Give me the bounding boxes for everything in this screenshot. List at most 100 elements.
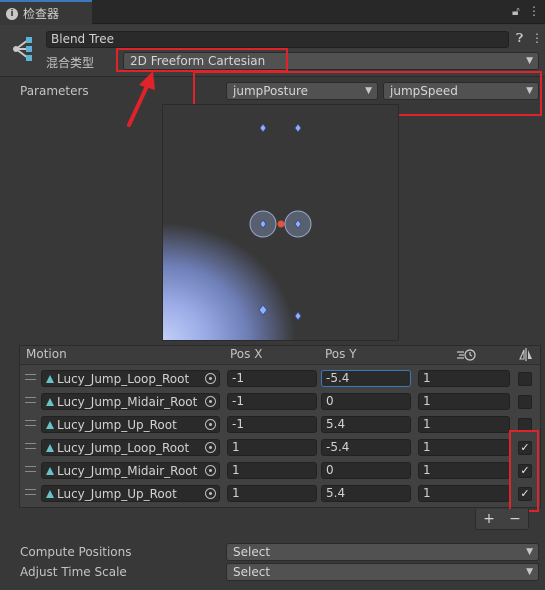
param-y-dropdown[interactable]: jumpSpeed ▼ bbox=[383, 82, 539, 100]
motion-point[interactable] bbox=[259, 123, 267, 133]
drag-handle-icon[interactable] bbox=[25, 374, 36, 380]
time-scale-field[interactable]: 1 bbox=[418, 439, 510, 456]
annotation-arrow bbox=[127, 71, 155, 127]
drag-handle-icon[interactable] bbox=[25, 397, 36, 403]
blend-tree-icon bbox=[13, 37, 32, 61]
motion-name: Lucy_Jump_Up_Root bbox=[57, 486, 177, 501]
pos-y-field[interactable]: 0 bbox=[321, 393, 411, 410]
mirror-checkbox[interactable] bbox=[518, 418, 532, 432]
animation-clip-icon bbox=[46, 397, 54, 406]
drag-handle-icon[interactable] bbox=[25, 489, 36, 495]
compute-positions-value: Select bbox=[233, 545, 271, 559]
name-field[interactable]: Blend Tree bbox=[46, 31, 509, 48]
table-row: Lucy_Jump_Midair_Root -1 0 1 bbox=[20, 391, 540, 412]
adjust-time-scale-dropdown[interactable]: Select ▼ bbox=[226, 563, 539, 581]
lock-icon[interactable]: 🔓︎ bbox=[512, 4, 520, 19]
table-row: Lucy_Jump_Midair_Root 1 0 1 ✓ bbox=[20, 460, 540, 481]
object-picker-icon[interactable] bbox=[205, 442, 216, 453]
object-picker-icon[interactable] bbox=[205, 373, 216, 384]
motion-name: Lucy_Jump_Loop_Root bbox=[57, 440, 190, 455]
mirror-checkbox[interactable] bbox=[518, 395, 532, 409]
motion-point[interactable] bbox=[294, 123, 302, 133]
time-scale-icon bbox=[457, 349, 476, 361]
list-footer: + − bbox=[475, 509, 529, 530]
chevron-down-icon: ▼ bbox=[526, 56, 533, 66]
pos-y-field[interactable]: -5.4 bbox=[321, 370, 411, 387]
pos-x-field[interactable]: 1 bbox=[227, 462, 317, 479]
mirror-checkbox[interactable]: ✓ bbox=[518, 464, 532, 478]
motion-field[interactable]: Lucy_Jump_Up_Root bbox=[41, 416, 220, 433]
motion-name: Lucy_Jump_Loop_Root bbox=[57, 371, 190, 386]
blend-type-label: 混合类型 bbox=[46, 56, 95, 70]
pos-y-field[interactable]: -5.4 bbox=[321, 439, 411, 456]
param-y-value: jumpSpeed bbox=[390, 84, 458, 98]
motion-point[interactable] bbox=[258, 304, 268, 316]
adjust-time-scale-label: Adjust Time Scale bbox=[20, 565, 127, 579]
chevron-down-icon: ▼ bbox=[526, 567, 533, 577]
param-x-value: jumpPosture bbox=[233, 84, 309, 98]
drag-handle-icon[interactable] bbox=[25, 443, 36, 449]
object-picker-icon[interactable] bbox=[205, 396, 216, 407]
pos-y-field[interactable]: 5.4 bbox=[321, 485, 411, 502]
adjust-time-scale-value: Select bbox=[233, 565, 271, 579]
animation-clip-icon bbox=[46, 374, 54, 383]
mirror-icon bbox=[519, 348, 532, 361]
pos-x-field[interactable]: -1 bbox=[227, 416, 317, 433]
time-scale-field[interactable]: 1 bbox=[418, 393, 510, 410]
motion-name: Lucy_Jump_Up_Root bbox=[57, 417, 177, 432]
table-row: Lucy_Jump_Loop_Root 1 -5.4 1 ✓ bbox=[20, 437, 540, 458]
add-motion-button[interactable]: + bbox=[483, 511, 495, 527]
blend-graph-svg bbox=[249, 123, 312, 321]
current-blend-position[interactable] bbox=[277, 220, 285, 228]
mirror-checkbox[interactable]: ✓ bbox=[518, 487, 532, 501]
header-pos-x: Pos X bbox=[230, 347, 263, 361]
pos-x-field[interactable]: -1 bbox=[227, 370, 317, 387]
object-picker-icon[interactable] bbox=[205, 488, 216, 499]
pos-y-field[interactable]: 5.4 bbox=[321, 416, 411, 433]
blend-type-value: 2D Freeform Cartesian bbox=[130, 54, 266, 68]
animation-clip-icon bbox=[46, 443, 54, 452]
header-pos-y: Pos Y bbox=[325, 347, 357, 361]
motion-point[interactable] bbox=[294, 311, 302, 321]
mirror-checkbox[interactable] bbox=[518, 372, 532, 386]
drag-handle-icon[interactable] bbox=[25, 420, 36, 426]
time-scale-field[interactable]: 1 bbox=[418, 462, 510, 479]
time-scale-field[interactable]: 1 bbox=[418, 416, 510, 433]
drag-handle-icon[interactable] bbox=[25, 466, 36, 472]
help-icon[interactable]: ❓︎ bbox=[516, 31, 523, 46]
tab-title: 检查器 bbox=[23, 7, 60, 21]
time-scale-field[interactable]: 1 bbox=[418, 370, 510, 387]
remove-motion-button[interactable]: − bbox=[509, 511, 521, 527]
chevron-down-icon: ▼ bbox=[526, 86, 533, 96]
motion-field[interactable]: Lucy_Jump_Loop_Root bbox=[41, 439, 220, 456]
motion-field[interactable]: Lucy_Jump_Midair_Root bbox=[41, 462, 220, 479]
object-picker-icon[interactable] bbox=[205, 465, 216, 476]
tab-inspector[interactable]: i 检查器 bbox=[0, 0, 92, 25]
table-row: Lucy_Jump_Loop_Root -1 -5.4 1 bbox=[20, 368, 540, 389]
object-picker-icon[interactable] bbox=[205, 419, 216, 430]
tab-bar: i 检查器 🔓︎ ⋮ bbox=[0, 0, 545, 25]
blend-graph[interactable] bbox=[162, 104, 399, 341]
inspector-header: Blend Tree ❓︎ ⋮ 混合类型 2D Freeform Cartesi… bbox=[0, 25, 545, 77]
settings-menu-icon[interactable]: ⋮ bbox=[531, 31, 543, 45]
animation-clip-icon bbox=[46, 466, 54, 475]
animation-clip-icon bbox=[46, 420, 54, 429]
motion-name: Lucy_Jump_Midair_Root bbox=[57, 394, 198, 409]
animation-clip-icon bbox=[46, 489, 54, 498]
compute-positions-label: Compute Positions bbox=[20, 545, 132, 559]
motion-field[interactable]: Lucy_Jump_Loop_Root bbox=[41, 370, 220, 387]
pos-y-field[interactable]: 0 bbox=[321, 462, 411, 479]
motion-field[interactable]: Lucy_Jump_Up_Root bbox=[41, 485, 220, 502]
time-scale-field[interactable]: 1 bbox=[418, 485, 510, 502]
more-menu-icon[interactable]: ⋮ bbox=[528, 4, 540, 18]
pos-x-field[interactable]: 1 bbox=[227, 439, 317, 456]
param-x-dropdown[interactable]: jumpPosture ▼ bbox=[226, 82, 378, 100]
parameters-label: Parameters bbox=[20, 84, 89, 98]
compute-positions-dropdown[interactable]: Select ▼ bbox=[226, 543, 539, 561]
blend-type-dropdown[interactable]: 2D Freeform Cartesian ▼ bbox=[123, 52, 539, 70]
pos-x-field[interactable]: -1 bbox=[227, 393, 317, 410]
header-motion: Motion bbox=[26, 347, 67, 361]
pos-x-field[interactable]: 1 bbox=[227, 485, 317, 502]
mirror-checkbox[interactable]: ✓ bbox=[518, 441, 532, 455]
motion-field[interactable]: Lucy_Jump_Midair_Root bbox=[41, 393, 220, 410]
